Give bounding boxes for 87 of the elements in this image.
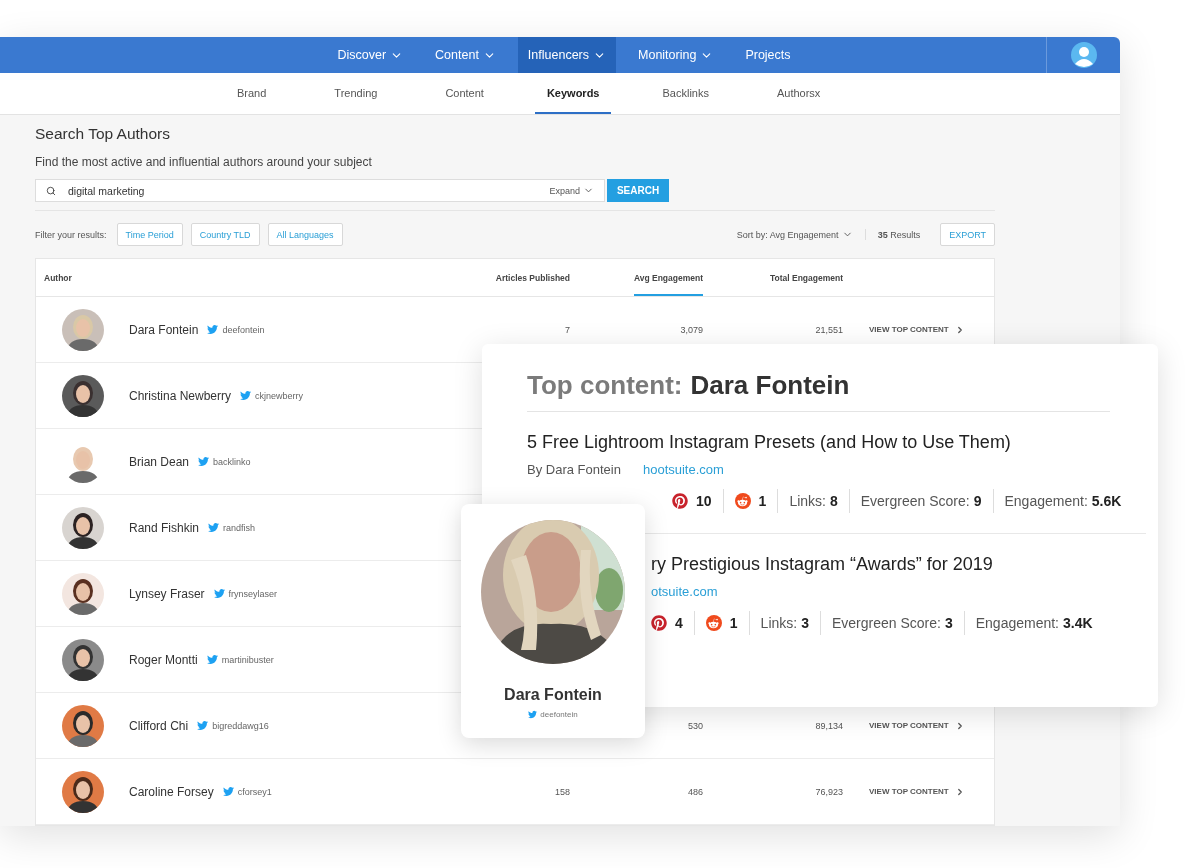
twitter-handle[interactable]: bigreddawg16 [197, 720, 269, 731]
stat-value: 1 [758, 493, 767, 509]
twitter-handle[interactable]: deefontein [528, 710, 578, 719]
stat-label: Engagement: [975, 615, 1059, 631]
stat-value: 9 [973, 493, 982, 509]
twitter-handle[interactable]: martinibuster [206, 654, 274, 665]
nav-item[interactable]: Content [425, 37, 506, 73]
sort-dropdown[interactable]: Sort by: Avg Engagement [736, 229, 866, 240]
nav-item[interactable]: Discover [327, 37, 414, 73]
sub-nav-tab[interactable]: Backlinks [645, 73, 726, 114]
page-subtitle: Find the most active and influential authors around your subject [35, 155, 373, 169]
table-cell: 76,923 [815, 786, 843, 797]
column-header[interactable]: Author [44, 259, 72, 296]
sub-nav-tab[interactable]: Authorsx [759, 73, 838, 114]
stat-value: 1 [729, 615, 738, 631]
view-top-content-link[interactable]: VIEW TOP CONTENT [849, 786, 994, 797]
twitter-icon [207, 324, 219, 335]
author-name[interactable]: Roger Montti [129, 652, 198, 667]
search-field[interactable]: digital marketing Expand [35, 179, 605, 203]
stat-label: Evergreen Score: [831, 615, 941, 631]
table-cell: 21,551 [815, 324, 843, 335]
expand-dropdown[interactable]: Expand [549, 185, 594, 197]
table-cell: 530 [687, 720, 703, 731]
twitter-handle[interactable]: deefontein [207, 324, 265, 335]
article-byline: By Dara Fontein [527, 462, 621, 477]
reddit-icon [705, 615, 722, 631]
author-name[interactable]: Clifford Chi [129, 718, 189, 733]
nav-item[interactable]: Monitoring [628, 37, 724, 73]
author-name[interactable]: Dara Fontein [129, 322, 199, 337]
twitter-handle[interactable]: cforsey1 [222, 786, 272, 797]
twitter-icon [208, 522, 220, 533]
column-header[interactable]: Avg Engagement [633, 259, 703, 296]
twitter-handle[interactable]: backlinko [198, 456, 251, 467]
author-name[interactable]: Caroline Forsey [129, 784, 214, 799]
table-cell: 158 [554, 786, 570, 797]
author-name[interactable]: Brian Dean [129, 454, 190, 469]
twitter-handle[interactable]: randfish [208, 522, 256, 533]
twitter-icon [206, 654, 218, 665]
search-icon [46, 185, 56, 196]
card-title-name: Dara Fontein [690, 370, 850, 401]
table-cell: 486 [687, 786, 703, 797]
table-cell: 89,134 [815, 720, 843, 731]
stat-value: 3 [801, 615, 809, 631]
twitter-icon [213, 588, 225, 599]
sub-nav-tab[interactable]: Brand [220, 73, 284, 114]
sub-nav-tab[interactable]: Keywords [534, 73, 612, 114]
column-header[interactable]: Articles Published [495, 259, 570, 296]
page-title: Search Top Authors [35, 125, 171, 143]
table-cell: 3,079 [680, 324, 703, 335]
stat-value: 4 [675, 615, 683, 631]
nav-item[interactable]: Projects [735, 37, 801, 73]
stat-value: 3.4K [1063, 615, 1093, 631]
stat-value: 10 [696, 493, 712, 509]
author-name[interactable]: Christina Newberry [129, 388, 232, 403]
view-top-content-link[interactable]: VIEW TOP CONTENT [849, 324, 994, 335]
profile-name: Dara Fontein [504, 686, 602, 704]
twitter-icon [240, 390, 252, 401]
twitter-icon [197, 720, 209, 731]
filter-label: Filter your results: [35, 229, 107, 240]
stat-label: Links: [789, 493, 826, 509]
stat-value: 8 [829, 493, 838, 509]
nav-item[interactable]: Influencers [517, 37, 616, 73]
sub-nav-tab[interactable]: Trending [317, 73, 395, 114]
twitter-handle[interactable]: ckjnewberry [240, 390, 304, 401]
results-count: 35 Results [876, 229, 922, 240]
column-header[interactable]: Total Engagement [769, 259, 843, 296]
table-cell: 7 [565, 324, 570, 335]
twitter-handle[interactable]: frynseylaser [213, 588, 278, 599]
twitter-icon [222, 786, 234, 797]
article-title[interactable]: ry Prestigious Instagram “Awards” for 2019 [651, 554, 1110, 575]
twitter-icon [528, 710, 538, 719]
pinterest-icon [672, 493, 688, 509]
sub-nav-tab[interactable]: Content [428, 73, 501, 114]
stat-label: Evergreen Score: [860, 493, 970, 509]
article-title[interactable]: 5 Free Lightroom Instagram Presets (and How to Use Them) [527, 432, 1146, 453]
stat-label: Engagement: [1004, 493, 1088, 509]
pinterest-icon [651, 615, 667, 631]
twitter-icon [198, 456, 210, 467]
stat-value: 5.6K [1091, 493, 1122, 509]
author-name[interactable]: Rand Fishkin [129, 520, 200, 535]
reddit-icon [734, 493, 751, 509]
card-title-label: Top content: [527, 370, 683, 401]
view-top-content-link[interactable]: VIEW TOP CONTENT [849, 720, 994, 731]
user-avatar-icon[interactable] [1070, 42, 1097, 68]
stat-label: Links: [760, 615, 798, 631]
author-name[interactable]: Lynsey Fraser [129, 586, 205, 601]
stat-value: 3 [944, 615, 953, 631]
